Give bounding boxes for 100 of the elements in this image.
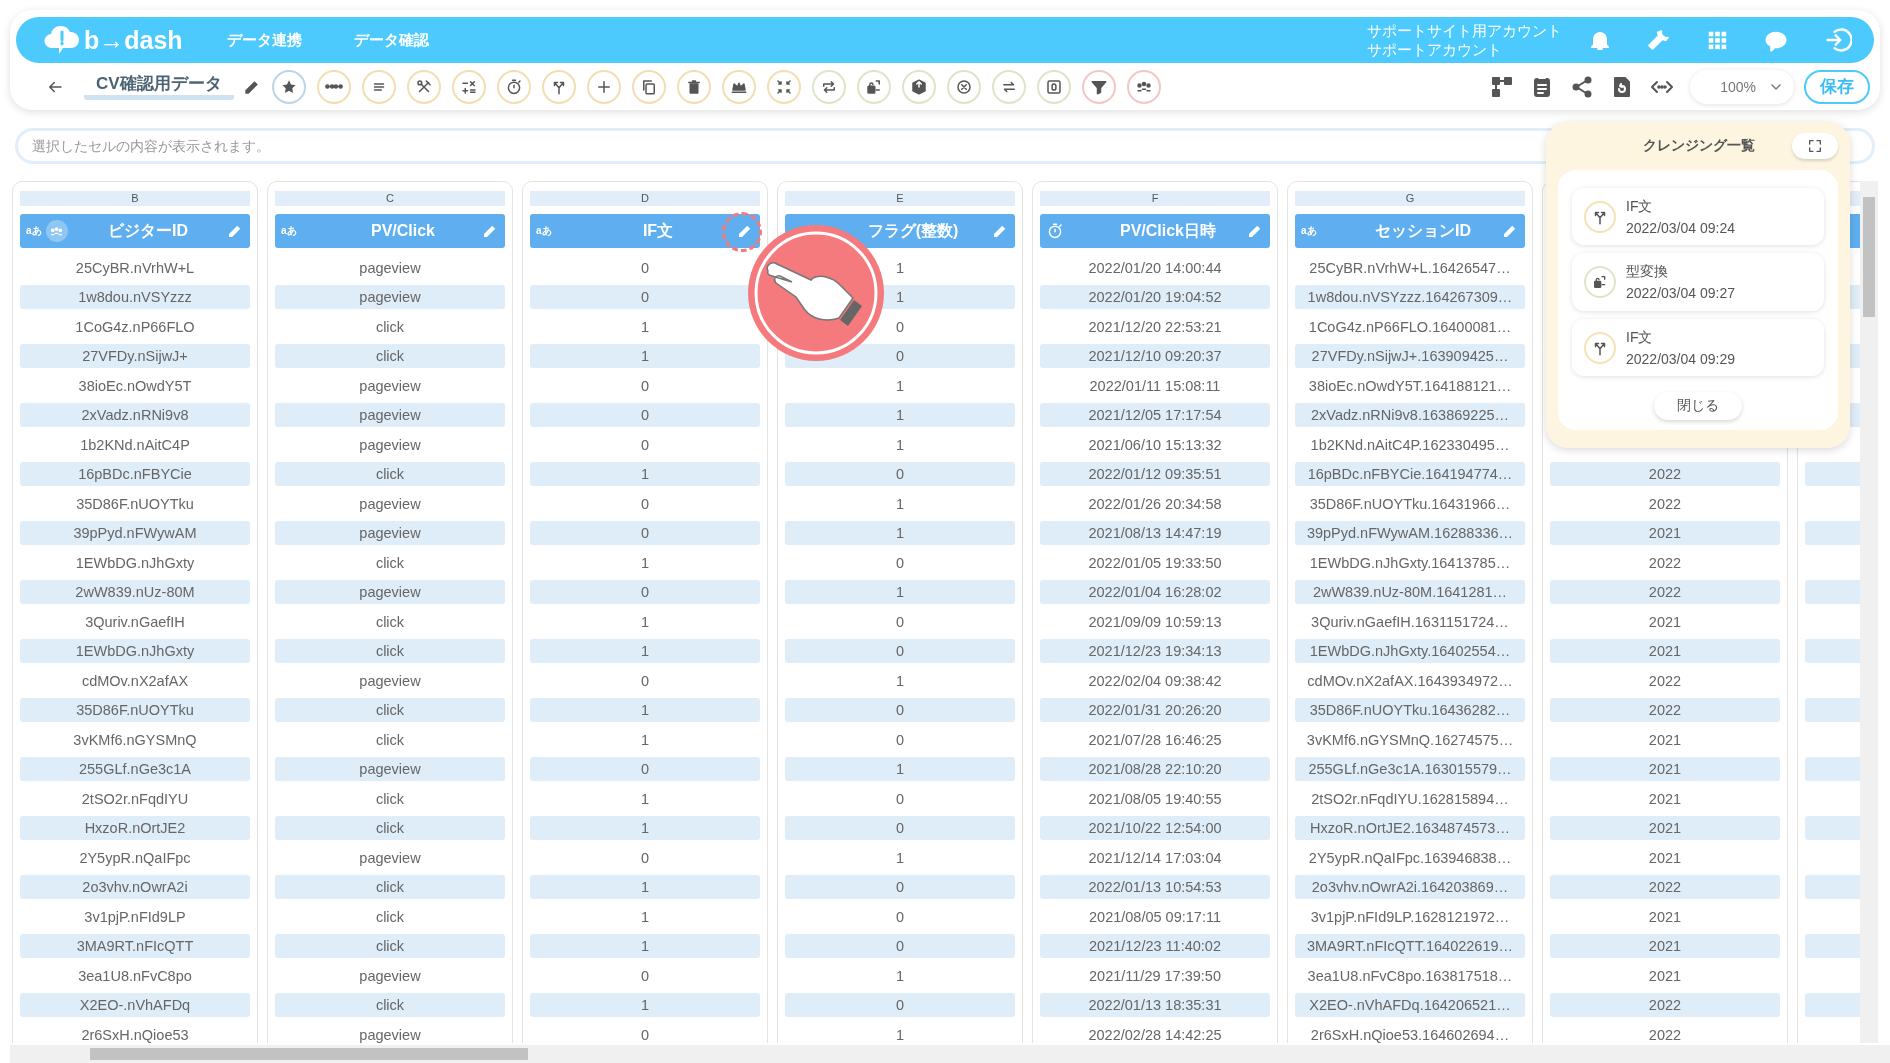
star-button[interactable]	[271, 69, 306, 104]
data-title[interactable]: CV確認用データ	[84, 73, 234, 100]
table-cell[interactable]: 0	[785, 550, 1015, 575]
table-cell[interactable]: 35D86F.nUOYTku.16436282…	[1295, 698, 1525, 723]
table-cell[interactable]: 2021/12/23 11:40:02	[1040, 934, 1270, 959]
table-cell[interactable]: 1	[785, 1022, 1015, 1043]
table-cell[interactable]: 2021	[1550, 757, 1780, 782]
table-cell[interactable]: click	[275, 698, 505, 723]
table-cell[interactable]: 39pPyd.nFWywAM.16288336…	[1295, 521, 1525, 546]
cleansing-item[interactable]: IF文 2022/03/04 09:29	[1572, 318, 1824, 377]
table-cell[interactable]: 38ioEc.nOwdY5T	[20, 373, 250, 398]
table-cell[interactable]: 1	[530, 816, 760, 841]
table-cell[interactable]: 1	[530, 904, 760, 929]
table-cell[interactable]: pageview	[275, 580, 505, 605]
table-cell[interactable]: 0	[785, 462, 1015, 487]
table-cell[interactable]: 0	[530, 668, 760, 693]
table-cell[interactable]: 1	[530, 550, 760, 575]
table-cell[interactable]: 2022/01/20 19:04:52	[1040, 285, 1270, 310]
table-cell[interactable]: 0	[530, 521, 760, 546]
table-cell[interactable]: 2022	[1550, 462, 1780, 487]
list-button[interactable]	[361, 69, 396, 104]
table-cell[interactable]: 2021	[1550, 727, 1780, 752]
table-cell[interactable]: 0	[530, 580, 760, 605]
table-cell[interactable]: 1b2KNd.nAitC4P	[20, 432, 250, 457]
table-cell[interactable]: 0	[530, 432, 760, 457]
table-cell[interactable]: 0	[785, 727, 1015, 752]
table-cell[interactable]: 2021/12/14 17:03:04	[1040, 845, 1270, 870]
table-cell[interactable]: 27VFDy.nSijwJ+	[20, 344, 250, 369]
table-cell[interactable]: 3ea1U8.nFvC8po.163817518…	[1295, 963, 1525, 988]
table-cell[interactable]: click	[275, 344, 505, 369]
table-cell[interactable]: 2wW839.nUz-80M.1641281…	[1295, 580, 1525, 605]
table-cell[interactable]: 1	[785, 757, 1015, 782]
table-cell[interactable]: 27VFDy.nSijwJ+.163909425…	[1295, 344, 1525, 369]
table-cell[interactable]: 1	[530, 344, 760, 369]
table-cell[interactable]: 1EWbDG.nJhGxty.16402554…	[1295, 639, 1525, 664]
table-cell[interactable]: HxzoR.nOrtJE2	[20, 816, 250, 841]
table-cell[interactable]: 1	[530, 314, 760, 339]
plus-button[interactable]	[586, 69, 621, 104]
zoom-select[interactable]: 100%	[1690, 69, 1794, 104]
table-cell[interactable]: 2tSO2r.nFqdIYU.162815894…	[1295, 786, 1525, 811]
table-cell[interactable]: cdMOv.nX2afAX.1643934972…	[1295, 668, 1525, 693]
column-letter[interactable]: G	[1295, 191, 1525, 206]
dots-button[interactable]	[316, 69, 351, 104]
table-cell[interactable]: 2021	[1550, 816, 1780, 841]
table-cell[interactable]: 1	[785, 403, 1015, 428]
table-cell[interactable]: 1	[530, 786, 760, 811]
compress-button[interactable]	[766, 69, 801, 104]
table-cell[interactable]: pageview	[275, 255, 505, 280]
cleansing-item[interactable]: IF文 2022/03/04 09:24	[1572, 188, 1824, 246]
table-cell[interactable]: X2EO-.nVhAFDq	[20, 993, 250, 1018]
table-cell[interactable]: 3MA9RT.nFIcQTT.164022619…	[1295, 934, 1525, 959]
table-cell[interactable]: click	[275, 816, 505, 841]
table-cell[interactable]: 1b2KNd.nAitC4P.162330495…	[1295, 432, 1525, 457]
branch-button[interactable]	[541, 69, 576, 104]
table-cell[interactable]: 1EWbDG.nJhGxty	[20, 639, 250, 664]
table-cell[interactable]: 3v1pjP.nFId9LP	[20, 904, 250, 929]
table-cell[interactable]: 1	[530, 462, 760, 487]
column-letter[interactable]: E	[785, 191, 1015, 206]
table-cell[interactable]: 3vKMf6.nGYSMnQ.16274575…	[1295, 727, 1525, 752]
table-cell[interactable]: 2Y5ypR.nQaIFpc	[20, 845, 250, 870]
close-button[interactable]: 閉じる	[1654, 392, 1742, 420]
table-cell[interactable]: 255GLf.nGe3c1A	[20, 757, 250, 782]
table-cell[interactable]: 2021/10/22 12:54:00	[1040, 816, 1270, 841]
table-cell[interactable]: 1	[785, 521, 1015, 546]
table-cell[interactable]: 16pBDc.nFBYCie.164194774…	[1295, 462, 1525, 487]
table-cell[interactable]: HxzoR.nOrtJE2.1634874573…	[1295, 816, 1525, 841]
table-cell[interactable]: click	[275, 462, 505, 487]
table-cell[interactable]: click	[275, 314, 505, 339]
table-cell[interactable]: 25CyBR.nVrhW+L.16426547…	[1295, 255, 1525, 280]
horizontal-scrollbar[interactable]	[10, 1045, 1890, 1063]
table-cell[interactable]: 2022	[1550, 550, 1780, 575]
table-cell[interactable]: 2022/01/20 14:00:44	[1040, 255, 1270, 280]
table-cell[interactable]: 35D86F.nUOYTku.16431966…	[1295, 491, 1525, 516]
table-cell[interactable]: 3MA9RT.nFIcQTT	[20, 934, 250, 959]
close-circle-button[interactable]	[946, 69, 981, 104]
table-cell[interactable]: 1	[530, 698, 760, 723]
table-cell[interactable]: 2021/12/20 22:53:21	[1040, 314, 1270, 339]
table-cell[interactable]: 2021/11/29 17:39:50	[1040, 963, 1270, 988]
box-button[interactable]	[901, 69, 936, 104]
table-cell[interactable]: 2021/08/05 19:40:55	[1040, 786, 1270, 811]
table-cell[interactable]: 1	[530, 875, 760, 900]
table-cell[interactable]: 2xVadz.nRNi9v8.163869225…	[1295, 403, 1525, 428]
table-cell[interactable]: 2021/12/05 17:17:54	[1040, 403, 1270, 428]
table-cell[interactable]: 1	[530, 609, 760, 634]
table-cell[interactable]: 2tSO2r.nFqdIYU	[20, 786, 250, 811]
table-cell[interactable]: 1	[785, 845, 1015, 870]
table-cell[interactable]: 2022	[1550, 1022, 1780, 1043]
table-cell[interactable]: 2021/06/10 15:13:32	[1040, 432, 1270, 457]
table-cell[interactable]: 0	[785, 609, 1015, 634]
table-cell[interactable]: click	[275, 904, 505, 929]
table-cell[interactable]: 35D86F.nUOYTku	[20, 698, 250, 723]
table-cell[interactable]: 2022/01/31 20:26:20	[1040, 698, 1270, 723]
table-cell[interactable]: pageview	[275, 403, 505, 428]
repeat-button[interactable]	[811, 69, 846, 104]
table-cell[interactable]: 1	[785, 491, 1015, 516]
timer-button[interactable]	[496, 69, 531, 104]
table-cell[interactable]: 2021	[1550, 786, 1780, 811]
table-cell[interactable]: 2021/08/05 09:17:11	[1040, 904, 1270, 929]
table-cell[interactable]: 2021	[1550, 963, 1780, 988]
table-cell[interactable]: 2021/12/10 09:20:37	[1040, 344, 1270, 369]
